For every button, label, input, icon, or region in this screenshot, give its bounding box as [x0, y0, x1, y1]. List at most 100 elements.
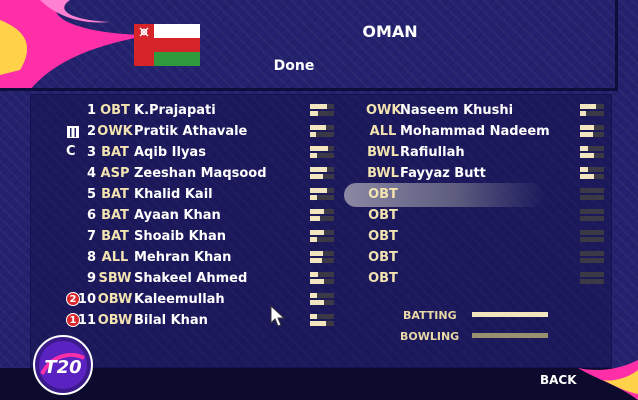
player-role: ASP: [100, 165, 130, 181]
player-skill-bars: [310, 207, 334, 223]
player-skill-bars: [310, 249, 334, 265]
player-skill-bars: [580, 186, 604, 202]
squad-player-row[interactable]: 3 BAT Aqib Ilyas: [76, 142, 206, 162]
squad-player-row[interactable]: 6 BAT Ayaan Khan: [76, 205, 221, 225]
player-role: BAT: [101, 144, 129, 160]
batting-order-number: 9: [86, 270, 96, 286]
player-role: OBW: [97, 291, 133, 307]
bowling-legend-label: BOWLING: [400, 330, 460, 343]
player-role: BWL: [367, 144, 399, 160]
player-skill-bars: [310, 291, 334, 307]
frame-divider: [615, 0, 618, 90]
oman-flag-icon: [134, 24, 200, 66]
player-skill-bars: [580, 144, 604, 160]
player-skill-bars: [310, 123, 334, 139]
player-role: OWK: [97, 123, 133, 139]
player-name: Shakeel Ahmed: [134, 270, 248, 286]
reserve-player-row[interactable]: ALL Mohammad Nadeem: [366, 121, 550, 141]
squad-player-row[interactable]: 7 BAT Shoaib Khan: [76, 226, 226, 246]
squad-player-row[interactable]: 8 ALL Mehran Khan: [76, 247, 231, 267]
t20-world-cup-logo-icon: T20: [33, 335, 93, 395]
reserve-player-row[interactable]: OWK Naseem Khushi: [366, 100, 513, 120]
player-skill-bars: [580, 123, 604, 139]
player-role: ALL: [101, 249, 129, 265]
player-role: OBT: [368, 207, 398, 223]
player-name: Aqib Ilyas: [134, 144, 206, 160]
batting-order-number: 1: [86, 102, 96, 118]
squad-player-row[interactable]: 9 SBW Shakeel Ahmed: [76, 268, 247, 288]
squad-player-row[interactable]: 2 OWK Pratik Athavale: [76, 121, 247, 141]
player-name: Mohammad Nadeem: [400, 123, 550, 139]
player-skill-bars: [310, 102, 334, 118]
empty-slot-row[interactable]: OBT: [366, 226, 400, 246]
squad-player-row[interactable]: 5 BAT Khalid Kail: [76, 184, 213, 204]
batting-order-number: 8: [86, 249, 96, 265]
batting-legend-bar: [472, 312, 548, 317]
batting-order-number: 6: [86, 207, 96, 223]
batting-order-number: 7: [86, 228, 96, 244]
player-skill-bars: [580, 228, 604, 244]
player-name: Zeeshan Maqsood: [134, 165, 267, 181]
player-skill-bars: [580, 102, 604, 118]
player-role: OBT: [368, 249, 398, 265]
player-role: BWL: [367, 165, 399, 181]
squad-player-row[interactable]: 4 ASP Zeeshan Maqsood: [76, 163, 267, 183]
player-skill-bars: [580, 270, 604, 286]
player-name: Rafiullah: [400, 144, 465, 160]
batting-order-number: 4: [86, 165, 96, 181]
player-skill-bars: [310, 270, 334, 286]
player-skill-bars: [580, 249, 604, 265]
player-role: OWK: [366, 102, 402, 118]
empty-slot-row[interactable]: OBT: [366, 205, 400, 225]
bowling-legend-bar: [472, 333, 548, 338]
pink-swoosh-decoration: [0, 0, 150, 90]
player-name: Kaleemullah: [134, 291, 225, 307]
overseas-badge-icon: 1: [66, 313, 80, 327]
batting-legend-label: BATTING: [403, 309, 457, 322]
captain-icon: C: [66, 144, 76, 159]
wicketkeeper-gloves-icon: [66, 124, 80, 138]
done-button[interactable]: Done: [244, 58, 344, 74]
player-skill-bars: [310, 165, 334, 181]
back-button[interactable]: BACK: [540, 373, 577, 387]
player-role: SBW: [98, 270, 132, 286]
player-skill-bars: [310, 186, 334, 202]
player-skill-bars: [310, 312, 334, 328]
team-name-title: OMAN: [362, 22, 418, 41]
reserve-player-row[interactable]: BWL Fayyaz Butt: [366, 163, 486, 183]
player-skill-bars: [580, 207, 604, 223]
player-role: BAT: [101, 207, 129, 223]
player-name: Khalid Kail: [134, 186, 213, 202]
empty-slot-row[interactable]: OBT: [366, 268, 400, 288]
svg-text:T20: T20: [44, 357, 81, 378]
overseas-badge-icon: 2: [66, 292, 80, 306]
player-name: Pratik Athavale: [134, 123, 248, 139]
player-role: OBW: [97, 312, 133, 328]
player-role: ALL: [369, 123, 397, 139]
empty-slot-row[interactable]: OBT: [366, 184, 400, 204]
squad-player-row[interactable]: 11 OBW Bilal Khan: [76, 310, 208, 330]
player-name: Bilal Khan: [134, 312, 208, 328]
player-role: OBT: [368, 186, 398, 202]
player-skill-bars: [310, 228, 334, 244]
batting-order-number: 3: [86, 144, 96, 160]
player-skill-bars: [580, 165, 604, 181]
squad-player-row[interactable]: 10 OBW Kaleemullah: [76, 289, 225, 309]
reserve-player-row[interactable]: BWL Rafiullah: [366, 142, 465, 162]
frame-divider: [0, 88, 618, 91]
mouse-cursor-icon: [270, 305, 286, 327]
batting-order-number: 5: [86, 186, 96, 202]
player-role: OBT: [368, 228, 398, 244]
player-name: Ayaan Khan: [134, 207, 221, 223]
squad-player-row[interactable]: 1 OBT K.Prajapati: [76, 100, 216, 120]
player-role: OBT: [100, 102, 130, 118]
player-name: Fayyaz Butt: [400, 165, 486, 181]
player-role: BAT: [101, 228, 129, 244]
player-name: Mehran Khan: [134, 249, 232, 265]
player-name: Shoaib Khan: [134, 228, 226, 244]
player-role: OBT: [368, 270, 398, 286]
player-name: K.Prajapati: [134, 102, 216, 118]
empty-slot-row[interactable]: OBT: [366, 247, 400, 267]
player-skill-bars: [310, 144, 334, 160]
player-role: BAT: [101, 186, 129, 202]
